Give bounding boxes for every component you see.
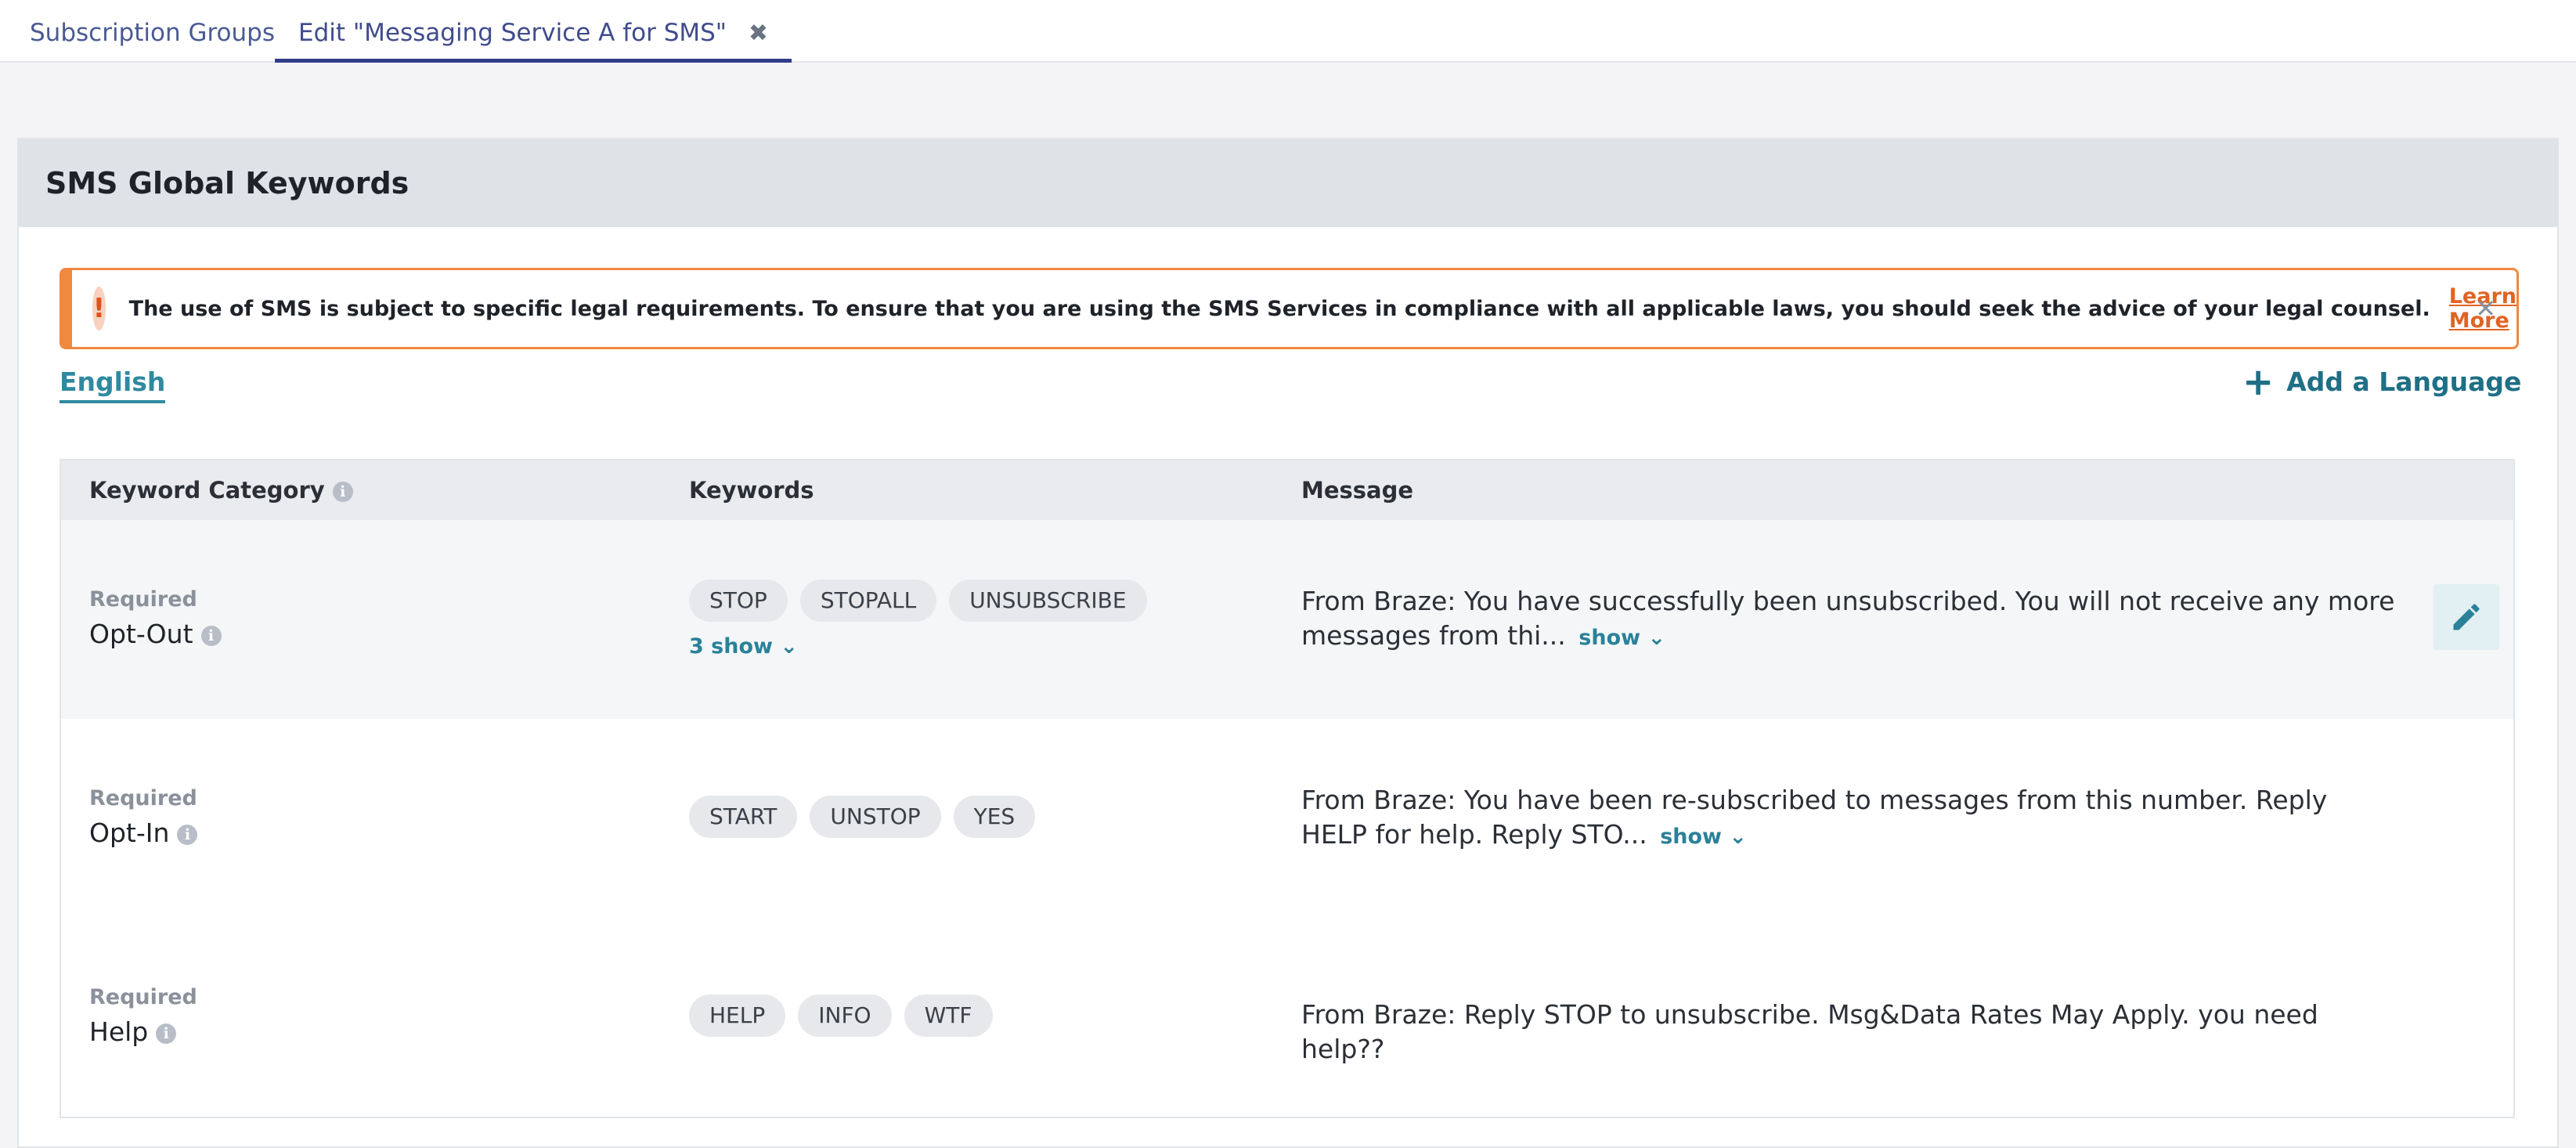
category-label: Opt-Out i: [89, 619, 222, 649]
sms-keywords-card: SMS Global Keywords ! The use of SMS is …: [17, 138, 2559, 1148]
message-body: From Braze: You have successfully been u…: [1301, 586, 2395, 651]
keyword-chip[interactable]: INFO: [798, 995, 892, 1037]
table-header: Keyword Category i Keywords Message: [61, 460, 2513, 520]
chevron-down-icon: ⌄: [780, 634, 799, 659]
keyword-list: START UNSTOP YES: [689, 796, 1036, 838]
pencil-icon: [2453, 604, 2480, 630]
tab-label: Subscription Groups: [30, 19, 275, 47]
show-more-label: 3 show: [689, 634, 773, 659]
keyword-chip[interactable]: WTF: [904, 995, 993, 1037]
category-label: Help i: [89, 1016, 177, 1047]
header-label: Keyword Category: [89, 477, 325, 504]
close-alert-icon[interactable]: ✕: [2475, 294, 2496, 323]
info-icon[interactable]: i: [156, 1023, 177, 1044]
keyword-chip[interactable]: START: [689, 796, 798, 838]
category-name: Opt-In: [89, 818, 170, 848]
keyword-chip[interactable]: UNSTOP: [810, 796, 941, 838]
required-label: Required: [89, 786, 197, 810]
table-row: Required Opt-Out i STOP STOPALL UNSUBSCRI…: [61, 520, 2513, 719]
keyword-chip[interactable]: YES: [953, 796, 1036, 838]
card-header: SMS Global Keywords: [19, 139, 2557, 227]
keyword-chip[interactable]: STOPALL: [799, 579, 937, 622]
message-text: From Braze: You have successfully been u…: [1301, 584, 2397, 655]
message-body: From Braze: You have been re-subscribed …: [1301, 785, 2328, 850]
add-language-label: Add a Language: [2286, 366, 2522, 397]
edit-button[interactable]: [2433, 584, 2499, 650]
category-name: Help: [89, 1016, 149, 1047]
message-text: From Braze: You have been re-subscribed …: [1301, 783, 2397, 854]
card-title: SMS Global Keywords: [45, 166, 409, 200]
category-name: Opt-Out: [89, 619, 193, 649]
keyword-list: STOP STOPALL UNSUBSCRIBE: [689, 579, 1147, 622]
header-message: Message: [1301, 477, 1414, 504]
add-language-button[interactable]: + Add a Language: [2242, 359, 2522, 404]
tab-label: Edit "Messaging Service A for SMS": [298, 19, 727, 47]
plus-icon: +: [2242, 359, 2275, 404]
keyword-chip[interactable]: UNSUBSCRIBE: [949, 579, 1147, 622]
keyword-chip[interactable]: HELP: [689, 995, 786, 1037]
header-keywords: Keywords: [689, 477, 814, 504]
tab-subscription-groups[interactable]: Subscription Groups: [6, 0, 298, 63]
message-text: From Braze: Reply STOP to unsubscribe. M…: [1301, 998, 2397, 1067]
keyword-list: HELP INFO WTF: [689, 995, 993, 1037]
category-label: Opt-In i: [89, 818, 198, 848]
legal-alert: ! The use of SMS is subject to specific …: [60, 268, 2519, 349]
show-message-toggle[interactable]: show ⌄: [1578, 626, 1665, 650]
tab-bar: Subscription Groups Edit "Messaging Serv…: [0, 0, 2576, 63]
chevron-down-icon: ⌄: [1647, 626, 1666, 650]
tab-edit-messaging-service[interactable]: Edit "Messaging Service A for SMS" ✖: [275, 0, 792, 63]
keywords-table: Keyword Category i Keywords Message Requi…: [60, 459, 2515, 1118]
info-icon[interactable]: i: [332, 482, 353, 502]
show-label: show: [1660, 825, 1723, 849]
chevron-down-icon: ⌄: [1729, 825, 1748, 849]
show-label: show: [1578, 626, 1641, 650]
table-row: Required Opt-In i START UNSTOP YES From B…: [61, 719, 2513, 918]
table-row: Required Help i HELP INFO WTF From Braze:…: [61, 918, 2513, 1117]
show-more-keywords[interactable]: 3 show ⌄: [689, 634, 798, 659]
alert-text: The use of SMS is subject to specific le…: [128, 296, 2430, 321]
language-tab-english[interactable]: English: [60, 366, 166, 403]
close-tab-icon[interactable]: ✖: [749, 1, 768, 67]
required-label: Required: [89, 587, 197, 612]
header-keyword-category: Keyword Category i: [89, 460, 353, 520]
show-message-toggle[interactable]: show ⌄: [1660, 825, 1747, 849]
required-label: Required: [89, 985, 197, 1009]
keyword-chip[interactable]: STOP: [689, 579, 788, 622]
info-icon[interactable]: i: [200, 625, 222, 646]
warning-icon: !: [92, 287, 106, 330]
message-body: From Braze: Reply STOP to unsubscribe. M…: [1301, 999, 2318, 1064]
info-icon[interactable]: i: [177, 824, 198, 845]
